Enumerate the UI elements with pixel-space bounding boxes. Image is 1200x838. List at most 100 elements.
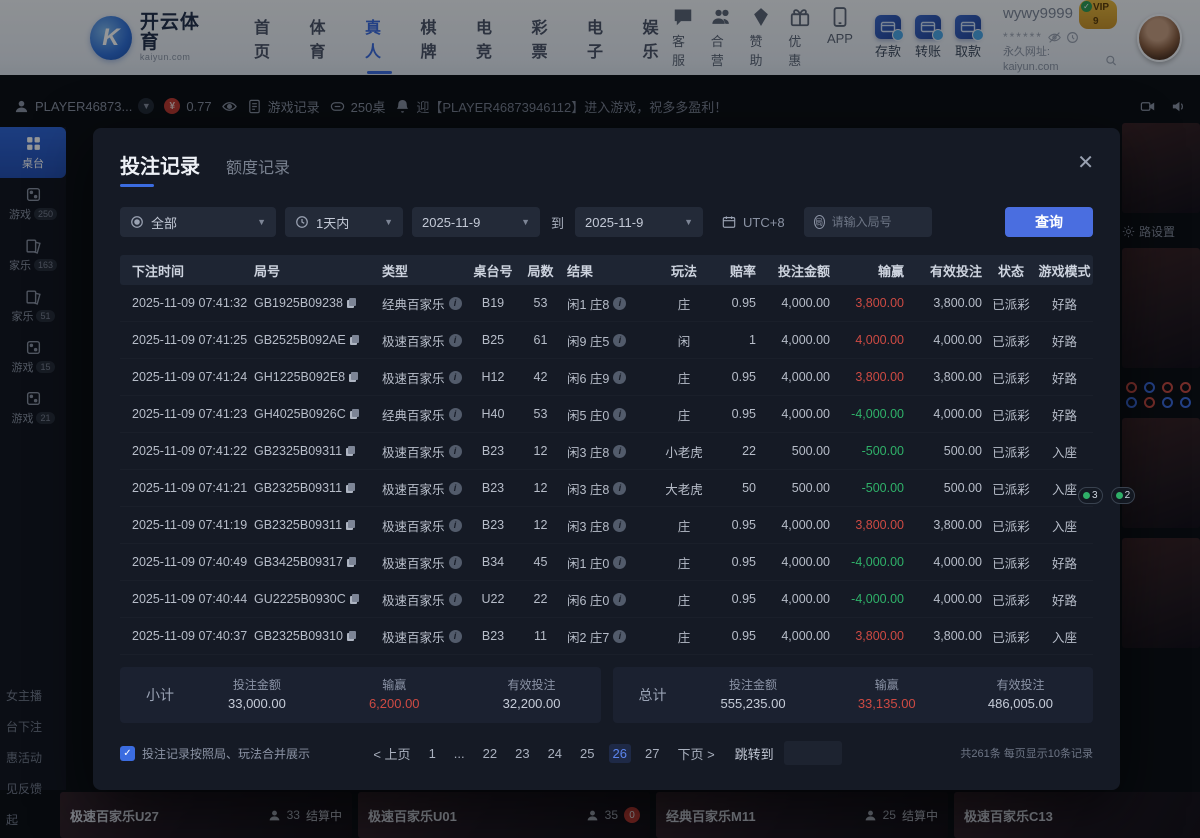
info-icon[interactable]: i (613, 371, 626, 384)
cell-round[interactable]: GB3425B09317 (250, 555, 378, 569)
page-button-22[interactable]: 22 (479, 744, 501, 763)
cell-winloss: 3,800.00 (834, 518, 908, 532)
col-header-0: 下注时间 (120, 261, 250, 280)
info-icon[interactable]: i (449, 556, 462, 569)
summary-title: 小计 (146, 685, 198, 705)
cell-round[interactable]: GB2325B09310 (250, 629, 378, 643)
cell-round[interactable]: GB2325B09311 (250, 518, 378, 532)
table-row: 2025-11-09 07:40:37GB2325B09310极速百家乐iB23… (120, 618, 1093, 655)
page-button-1[interactable]: 1 (425, 744, 440, 763)
bet-records-modal: ✕ 投注记录 额度记录 全部 ▼ 1天内 ▼ 2025-11-9 ▼ 到 202… (93, 128, 1120, 790)
copy-icon[interactable] (347, 557, 357, 568)
summary-item-label: 投注金额 (721, 676, 786, 694)
cell-round[interactable]: GU2225B0930C (250, 592, 378, 606)
merge-checkbox[interactable]: ✓ (120, 746, 135, 761)
cell-status: 已派彩 (986, 368, 1036, 387)
cell-winloss: 4,000.00 (834, 333, 908, 347)
cell-result: 闲3 庄8i (563, 442, 653, 461)
info-icon[interactable]: i (449, 519, 462, 532)
cell-type: 极速百家乐i (378, 516, 468, 535)
col-header-7: 赔率 (715, 261, 760, 280)
cell-bet: 4,000.00 (760, 592, 834, 606)
date-to-label: 到 (549, 213, 566, 232)
info-icon[interactable]: i (449, 408, 462, 421)
copy-icon[interactable] (346, 483, 356, 494)
copy-icon[interactable] (349, 372, 359, 383)
date-from-select[interactable]: 2025-11-9 ▼ (412, 207, 540, 237)
copy-icon[interactable] (350, 409, 360, 420)
query-button[interactable]: 查询 (1005, 207, 1093, 237)
cell-status: 已派彩 (986, 331, 1036, 350)
info-icon[interactable]: i (449, 445, 462, 458)
jump-to-input[interactable] (784, 741, 842, 765)
summary-item-value: 486,005.00 (988, 694, 1053, 714)
tab-quota-records[interactable]: 额度记录 (226, 154, 290, 187)
col-header-6: 玩法 (653, 261, 715, 280)
copy-icon[interactable] (350, 594, 360, 605)
info-icon[interactable]: i (449, 297, 462, 310)
info-icon[interactable]: i (449, 482, 462, 495)
page-button-24[interactable]: 24 (544, 744, 566, 763)
page-button-27[interactable]: 27 (641, 744, 663, 763)
tab-bet-records[interactable]: 投注记录 (120, 150, 200, 187)
info-icon[interactable]: i (613, 408, 626, 421)
copy-icon[interactable] (346, 446, 356, 457)
info-icon[interactable]: i (613, 556, 626, 569)
info-icon[interactable]: i (613, 482, 626, 495)
cell-bet: 4,000.00 (760, 296, 834, 310)
cell-rounds: 12 (518, 481, 563, 495)
summary-item-value: 33,135.00 (858, 694, 916, 714)
info-icon[interactable]: i (613, 445, 626, 458)
summary-item: 输赢33,135.00 (858, 676, 916, 714)
info-icon[interactable]: i (613, 334, 626, 347)
copy-icon[interactable] (347, 631, 357, 642)
time-range-select[interactable]: 1天内 ▼ (285, 207, 403, 237)
cell-winloss: -4,000.00 (834, 555, 908, 569)
cell-round[interactable]: GH4025B0926C (250, 407, 378, 421)
cell-table: B23 (468, 444, 518, 458)
cell-play: 大老虎 (653, 479, 715, 498)
cell-valid: 3,800.00 (908, 629, 986, 643)
cell-type: 极速百家乐i (378, 479, 468, 498)
cell-status: 已派彩 (986, 516, 1036, 535)
cell-play: 庄 (653, 553, 715, 572)
prev-page-button[interactable]: < 上页 (369, 742, 414, 765)
copy-icon[interactable] (346, 520, 356, 531)
cell-round[interactable]: GB2525B092AE (250, 333, 378, 347)
page-button-26[interactable]: 26 (609, 744, 631, 763)
cell-round[interactable]: GH1225B092E8 (250, 370, 378, 384)
next-page-button[interactable]: 下页 > (673, 742, 718, 765)
info-icon[interactable]: i (449, 371, 462, 384)
copy-icon[interactable] (350, 335, 360, 346)
cell-play: 庄 (653, 590, 715, 609)
info-icon[interactable]: i (449, 334, 462, 347)
cell-round[interactable]: GB2325B09311 (250, 444, 378, 458)
cell-rounds: 12 (518, 444, 563, 458)
info-icon[interactable]: i (613, 593, 626, 606)
calendar-icon (722, 215, 736, 229)
cell-play: 小老虎 (653, 442, 715, 461)
page-button-23[interactable]: 23 (511, 744, 533, 763)
cell-round[interactable]: GB1925B09238 (250, 296, 378, 310)
cell-odds: 0.95 (715, 555, 760, 569)
cell-mode: 好路 (1036, 368, 1093, 387)
close-icon[interactable]: ✕ (1077, 150, 1094, 175)
info-icon[interactable]: i (613, 630, 626, 643)
summary-item-label: 输赢 (369, 676, 420, 694)
cell-status: 已派彩 (986, 627, 1036, 646)
copy-icon[interactable] (347, 298, 357, 309)
info-icon[interactable]: i (449, 630, 462, 643)
info-icon[interactable]: i (613, 519, 626, 532)
cell-winloss: -500.00 (834, 444, 908, 458)
cell-odds: 0.95 (715, 518, 760, 532)
date-to-select[interactable]: 2025-11-9 ▼ (575, 207, 703, 237)
timezone-display[interactable]: UTC+8 (712, 207, 795, 237)
page-button-25[interactable]: 25 (576, 744, 598, 763)
cell-status: 已派彩 (986, 405, 1036, 424)
cell-round[interactable]: GB2325B09311 (250, 481, 378, 495)
round-search-input[interactable] (832, 215, 922, 229)
cell-time: 2025-11-09 07:41:24 (120, 370, 250, 384)
info-icon[interactable]: i (449, 593, 462, 606)
info-icon[interactable]: i (613, 297, 626, 310)
game-type-select[interactable]: 全部 ▼ (120, 207, 276, 237)
